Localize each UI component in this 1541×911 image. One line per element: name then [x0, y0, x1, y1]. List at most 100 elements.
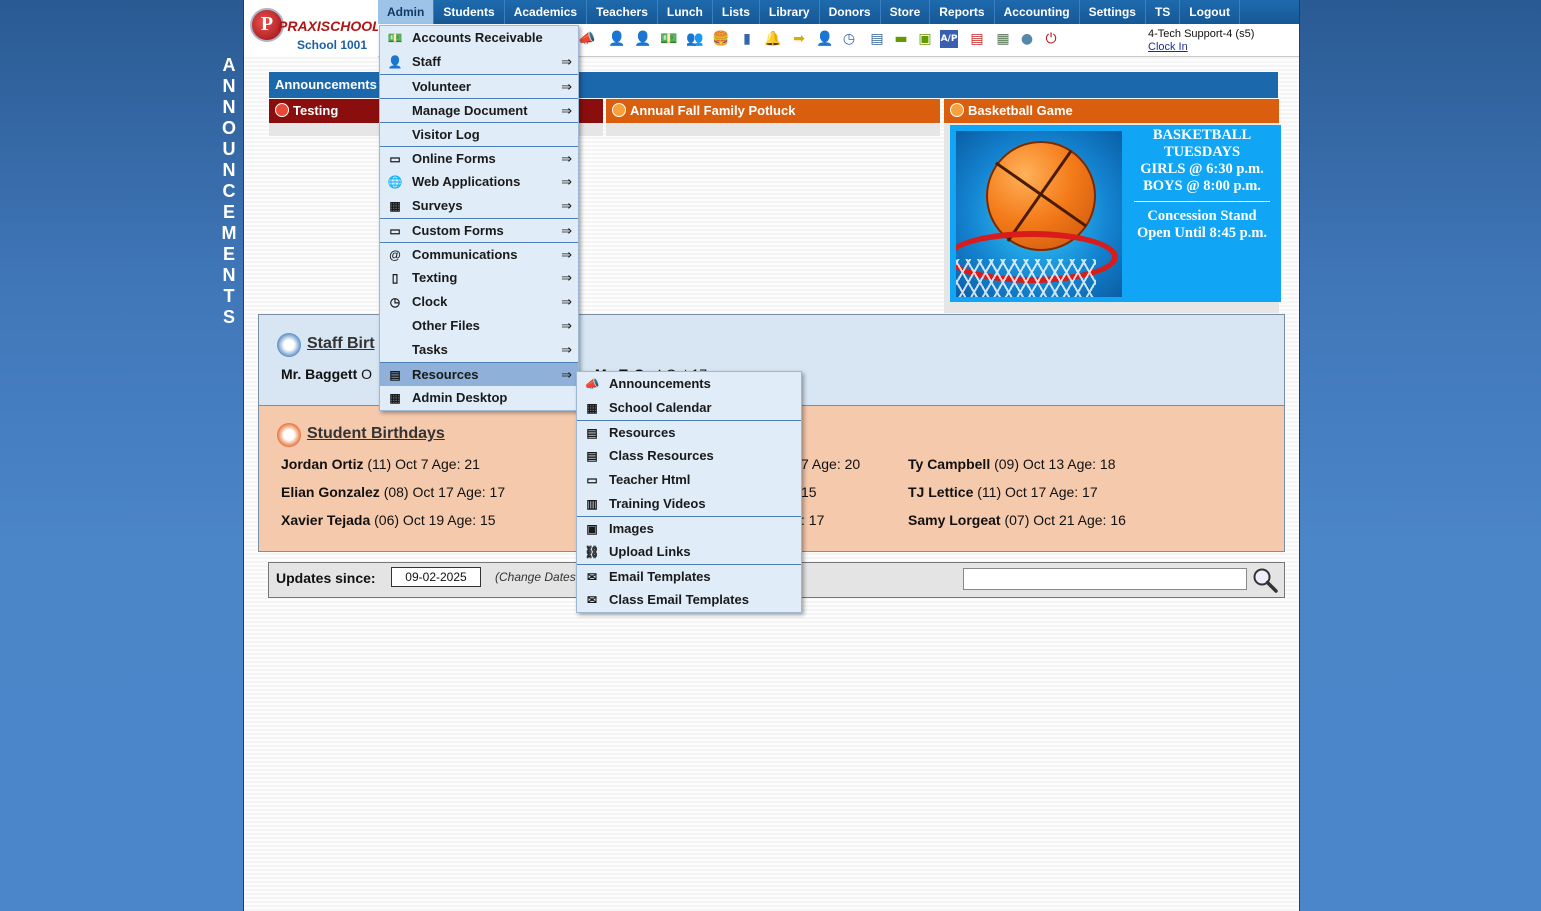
ap-icon[interactable]: A/P	[940, 30, 958, 48]
at-icon: @	[389, 248, 401, 262]
staff-birthday-entry: Mr. Baggett O	[281, 366, 373, 382]
money-icon[interactable]: 💵	[660, 30, 678, 48]
nav-store[interactable]: Store	[881, 0, 931, 24]
menu-item-label: Training Videos	[609, 496, 706, 511]
survey-icon: ▦	[389, 199, 401, 213]
nav-donors[interactable]: Donors	[820, 0, 881, 24]
menu-item-announcements[interactable]: 📣 Announcements	[577, 372, 801, 396]
megaphone-icon[interactable]: 📣	[578, 30, 596, 48]
nav-logout[interactable]: Logout	[1180, 0, 1240, 24]
menu-item-accounts-receivable[interactable]: 💵 Accounts Receivable	[380, 26, 578, 50]
menu-item-clock[interactable]: ◷ Clock ⇒	[380, 290, 578, 314]
student-birthdays-title[interactable]: Student Birthdays	[307, 425, 445, 443]
submenu-arrow-icon: ⇒	[561, 294, 572, 309]
book-icon[interactable]: ▮	[738, 30, 756, 48]
menu-item-label: Manage Document	[412, 103, 528, 118]
menu-item-surveys[interactable]: ▦ Surveys ⇒	[380, 194, 578, 218]
bell-icon[interactable]: 🔔	[764, 30, 782, 48]
menu-item-tasks[interactable]: Tasks ⇒	[380, 338, 578, 362]
nav-settings[interactable]: Settings	[1080, 0, 1146, 24]
submenu-arrow-icon: ⇒	[561, 223, 572, 238]
menu-item-email-templates[interactable]: ✉ Email Templates	[577, 564, 801, 588]
menu-item-admin-desktop[interactable]: ▦ Admin Desktop	[380, 386, 578, 410]
student-birthday-entry: TJ Lettice (11) Oct 17 Age: 17	[908, 484, 1098, 500]
menu-item-label: Online Forms	[412, 151, 496, 166]
nav-library[interactable]: Library	[760, 0, 820, 24]
lunch-icon[interactable]: 🍔	[712, 30, 730, 48]
menu-item-label: Class Resources	[609, 448, 714, 463]
cash-icon[interactable]: ▦	[994, 30, 1012, 48]
pin-icon	[950, 103, 964, 117]
help-icon[interactable]: ●	[1018, 30, 1036, 48]
store-icon[interactable]: ➡	[790, 30, 808, 48]
menu-item-label: Communications	[412, 247, 518, 262]
menu-item-school-calendar[interactable]: ▦ School Calendar	[577, 396, 801, 420]
parents-icon[interactable]: 👥	[686, 30, 704, 48]
nav-lists[interactable]: Lists	[713, 0, 760, 24]
teacher-icon[interactable]: 👤	[608, 30, 626, 48]
vertical-letter: O	[221, 118, 236, 138]
announcement-tab-potluck[interactable]: Annual Fall Family Potluck	[606, 99, 940, 123]
menu-item-other-files[interactable]: Other Files ⇒	[380, 314, 578, 338]
nav-academics[interactable]: Academics	[505, 0, 588, 24]
nav-ts[interactable]: TS	[1146, 0, 1181, 24]
money-icon: 💵	[387, 31, 403, 45]
clock-icon[interactable]: ◷	[840, 30, 858, 48]
menu-item-online-forms[interactable]: ▭ Online Forms ⇒	[380, 146, 578, 170]
nav-reports[interactable]: Reports	[930, 0, 995, 24]
submenu-arrow-icon: ⇒	[561, 151, 572, 166]
search-icon[interactable]	[1252, 567, 1278, 593]
nav-admin[interactable]: Admin	[378, 0, 435, 24]
menu-item-class-email-templates[interactable]: ✉ Class Email Templates	[577, 588, 801, 612]
resources-submenu: 📣 Announcements ▦ School Calendar ▤ Resources…	[576, 371, 802, 613]
menu-item-resources[interactable]: ▤ Resources	[577, 420, 801, 444]
nav-students[interactable]: Students	[434, 0, 505, 24]
updates-date-input[interactable]: 09-02-2025	[391, 567, 481, 587]
menu-item-class-resources[interactable]: ▤ Class Resources	[577, 444, 801, 468]
nav-teachers[interactable]: Teachers	[587, 0, 658, 24]
film-icon: ▥	[586, 497, 598, 511]
menu-item-images[interactable]: ▣ Images	[577, 516, 801, 540]
pdf-icon[interactable]: ▤	[968, 30, 986, 48]
menu-item-texting[interactable]: ▯ Texting ⇒	[380, 266, 578, 290]
staff-icon[interactable]: 👤	[816, 30, 834, 48]
nav-lunch[interactable]: Lunch	[658, 0, 713, 24]
menu-item-custom-forms[interactable]: ▭ Custom Forms ⇒	[380, 218, 578, 242]
announcement-tab-basketball[interactable]: Basketball Game	[944, 99, 1279, 123]
menu-item-label: Visitor Log	[412, 127, 480, 142]
staff-birthdays-title[interactable]: Staff Birt	[307, 335, 375, 353]
power-icon[interactable]: ⏻	[1042, 30, 1060, 48]
menu-item-volunteer[interactable]: Volunteer ⇒	[380, 74, 578, 98]
menu-item-visitor-log[interactable]: Visitor Log	[380, 122, 578, 146]
list-icon[interactable]: ▤	[868, 30, 886, 48]
submenu-arrow-icon: ⇒	[561, 79, 572, 94]
menu-item-label: Texting	[412, 270, 458, 285]
submenu-arrow-icon: ⇒	[561, 367, 572, 382]
school-name: School 1001	[297, 38, 368, 52]
menu-item-web-applications[interactable]: 🌐 Web Applications ⇒	[380, 170, 578, 194]
menu-item-staff[interactable]: 👤 Staff ⇒	[380, 50, 578, 74]
menu-item-manage-document[interactable]: Manage Document ⇒	[380, 98, 578, 122]
vertical-letter: N	[222, 97, 236, 117]
printer-icon[interactable]: ▣	[916, 30, 934, 48]
basketball-text: BASKETBALL TUESDAYS GIRLS @ 6:30 p.m. BO…	[1124, 127, 1280, 242]
menu-item-label: Announcements	[609, 376, 711, 391]
change-dates-link[interactable]: (Change Dates	[495, 570, 576, 584]
student-icon[interactable]: 👤	[634, 30, 652, 48]
nav-accounting[interactable]: Accounting	[995, 0, 1080, 24]
menu-item-label: Resources	[609, 425, 676, 440]
clock-in-link[interactable]: Clock In	[1148, 41, 1188, 53]
student-birthday-entry: : 17	[801, 512, 825, 528]
menu-item-teacher-html[interactable]: ▭ Teacher Html	[577, 468, 801, 492]
card-icon[interactable]: ▬	[892, 30, 910, 48]
submenu-arrow-icon: ⇒	[561, 342, 572, 357]
logo[interactable]: P PRAXISCHOOL™ School 1001	[244, 0, 388, 56]
vertical-letter: N	[222, 76, 236, 96]
menu-item-label: Images	[609, 521, 654, 536]
pin-icon	[612, 103, 626, 117]
menu-item-resources[interactable]: ▤ Resources ⇒	[380, 362, 578, 386]
menu-item-training-videos[interactable]: ▥ Training Videos	[577, 492, 801, 516]
menu-item-communications[interactable]: @ Communications ⇒	[380, 242, 578, 266]
menu-item-upload-links[interactable]: ⛓ Upload Links	[577, 540, 801, 564]
search-input[interactable]	[963, 568, 1247, 590]
